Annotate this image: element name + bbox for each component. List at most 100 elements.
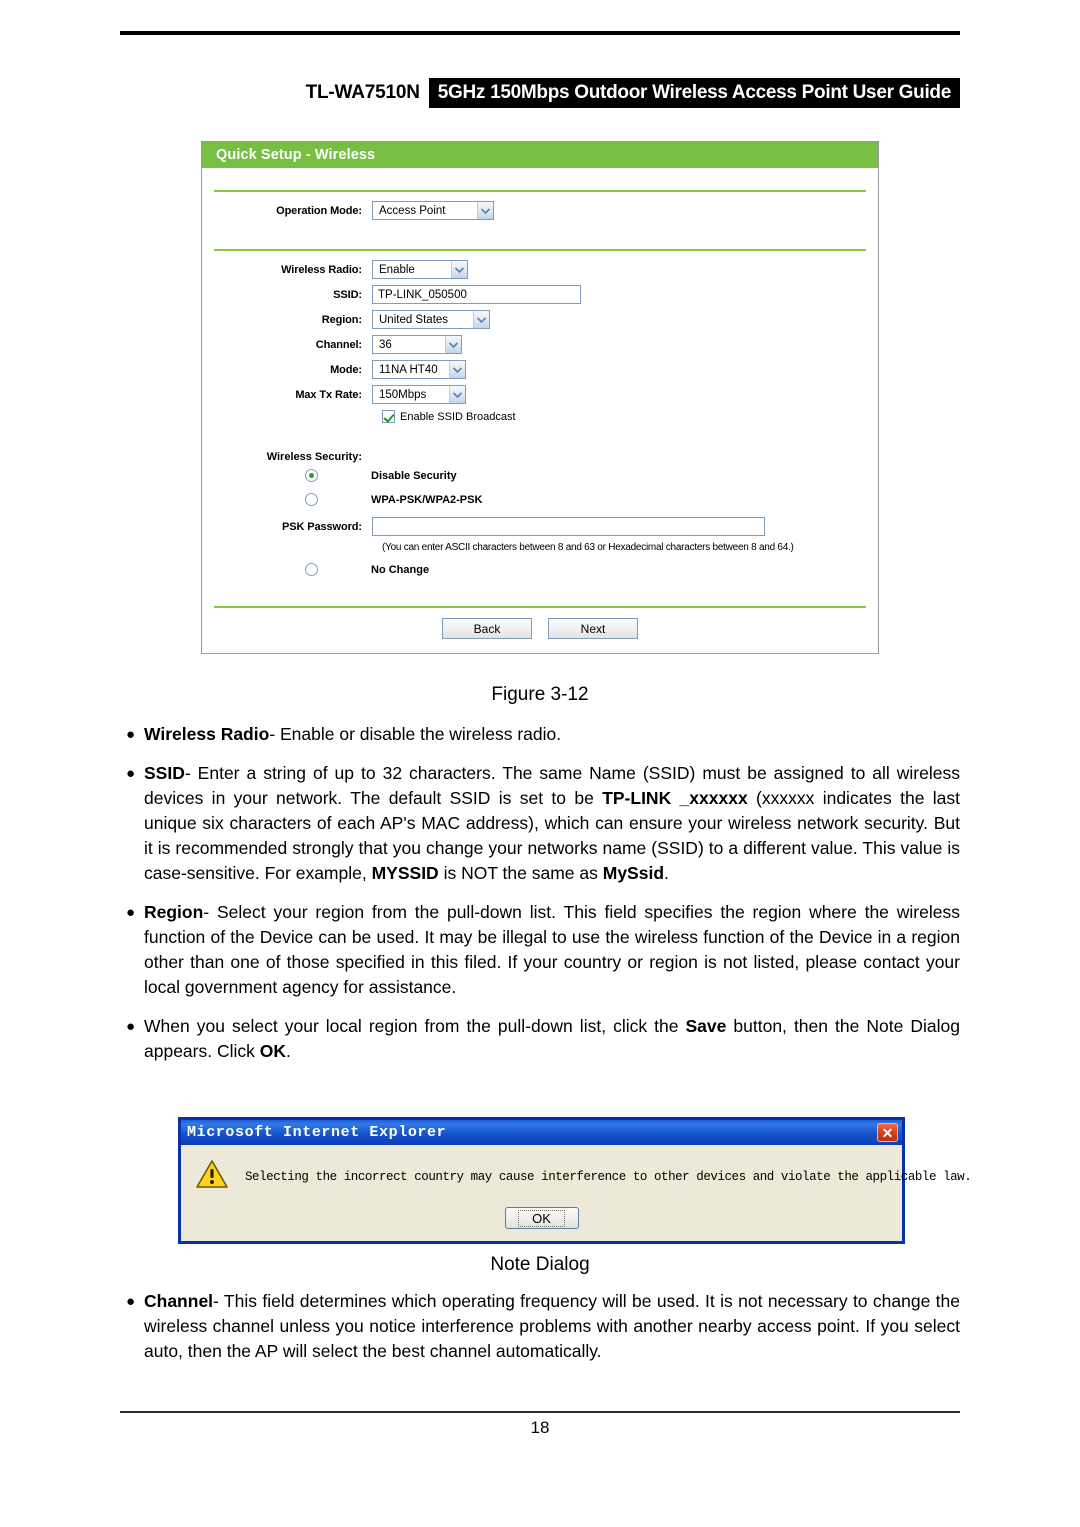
header-model-name: TL-WA7510N bbox=[305, 82, 420, 103]
bullet-region-body: - Select your region from the pull-down … bbox=[144, 902, 960, 997]
ssid-part-3: is NOT the same as bbox=[438, 863, 603, 883]
bullet-wireless-radio-body: - Enable or disable the wireless radio. bbox=[269, 724, 562, 744]
radio-unselected-icon[interactable] bbox=[305, 493, 318, 506]
security-option-wpa-label: WPA-PSK/WPA2-PSK bbox=[371, 493, 483, 506]
panel-button-bar: Back Next bbox=[214, 608, 866, 645]
term-channel: Channel bbox=[144, 1291, 214, 1311]
chevron-down-icon bbox=[445, 336, 461, 353]
ok-button-label: OK bbox=[518, 1209, 565, 1227]
save-button-mention: Save bbox=[685, 1016, 727, 1036]
note-dialog-caption: Note Dialog bbox=[490, 1254, 590, 1275]
ssid-example-upper: MYSSID bbox=[371, 863, 439, 883]
mode-row: Mode: 11NA HT40 bbox=[214, 360, 866, 379]
psk-password-hint: (You can enter ASCII characters between … bbox=[382, 542, 794, 553]
region-select[interactable]: United States bbox=[372, 310, 490, 329]
mode-value: 11NA HT40 bbox=[379, 363, 438, 376]
operation-mode-row: Operation Mode: Access Point bbox=[214, 201, 866, 220]
footer-rule bbox=[120, 1411, 960, 1413]
psk-password-label: PSK Password: bbox=[281, 520, 362, 533]
chevron-down-icon bbox=[451, 261, 467, 278]
security-option-nochange[interactable]: No Change bbox=[214, 563, 866, 576]
warning-triangle-icon bbox=[195, 1159, 231, 1194]
dialog-title-text: Microsoft Internet Explorer bbox=[187, 1124, 447, 1141]
security-option-nochange-label: No Change bbox=[371, 563, 430, 576]
wireless-radio-value: Enable bbox=[379, 263, 415, 276]
checkmark-icon[interactable] bbox=[382, 410, 395, 423]
quick-setup-wireless-panel: Quick Setup - Wireless Operation Mode: A… bbox=[201, 141, 879, 654]
region-label: Region: bbox=[321, 313, 362, 326]
operation-mode-label: Operation Mode: bbox=[276, 204, 362, 217]
radio-unselected-icon[interactable] bbox=[305, 563, 318, 576]
region-value: United States bbox=[379, 313, 449, 326]
ssid-input[interactable]: TP-LINK_050500 bbox=[372, 285, 581, 304]
wireless-security-row: Wireless Security: bbox=[214, 451, 866, 463]
back-button[interactable]: Back bbox=[442, 618, 532, 639]
dialog-button-wrap: OK bbox=[181, 1207, 902, 1229]
psk-password-row: PSK Password: bbox=[214, 517, 866, 536]
mode-label: Mode: bbox=[330, 363, 362, 376]
figure-caption: Figure 3-12 bbox=[491, 684, 589, 705]
security-option-disable-label: Disable Security bbox=[371, 469, 457, 482]
max-tx-rate-select[interactable]: 150Mbps bbox=[372, 385, 466, 404]
save-note-part-1: When you select your local region from t… bbox=[144, 1016, 686, 1036]
ok-button[interactable]: OK bbox=[504, 1207, 579, 1229]
term-wireless-radio: Wireless Radio bbox=[144, 724, 270, 744]
bullet-channel-text: Channel- This field determines which ope… bbox=[144, 1289, 960, 1364]
bullet-wireless-radio-text: Wireless Radio- Enable or disable the wi… bbox=[144, 722, 960, 747]
wireless-security-label: Wireless Security: bbox=[266, 451, 362, 463]
ssid-example-mixed: MySsid bbox=[602, 863, 665, 883]
chevron-down-icon bbox=[449, 386, 465, 403]
channel-label: Channel: bbox=[315, 338, 362, 351]
psk-password-input[interactable] bbox=[372, 517, 765, 536]
channel-row: Channel: 36 bbox=[214, 335, 866, 354]
operation-mode-value: Access Point bbox=[379, 204, 446, 217]
term-ssid: SSID bbox=[144, 763, 185, 783]
bullet-list-lower: ● Channel- This field determines which o… bbox=[120, 1289, 960, 1378]
header-guide-title: 5GHz 150Mbps Outdoor Wireless Access Poi… bbox=[428, 78, 960, 108]
ssid-default-name: TP-LINK _xxxxxx bbox=[602, 788, 748, 808]
chevron-down-icon bbox=[473, 311, 489, 328]
security-option-disable[interactable]: Disable Security bbox=[214, 469, 866, 482]
max-tx-rate-label: Max Tx Rate: bbox=[295, 388, 362, 401]
bullet-save-note-text: When you select your local region from t… bbox=[144, 1014, 960, 1064]
region-row: Region: United States bbox=[214, 310, 866, 329]
bullet-marker-icon: ● bbox=[126, 765, 136, 782]
chevron-down-icon bbox=[449, 361, 465, 378]
channel-select[interactable]: 36 bbox=[372, 335, 462, 354]
header-row: TL-WA7510N 5GHz 150Mbps Outdoor Wireless… bbox=[0, 78, 1080, 108]
header-rule bbox=[120, 31, 960, 35]
ssid-part-4: . bbox=[664, 863, 669, 883]
max-tx-rate-row: Max Tx Rate: 150Mbps bbox=[214, 385, 866, 404]
close-icon[interactable]: ✕ bbox=[877, 1123, 898, 1142]
dialog-body: Selecting the incorrect country may caus… bbox=[181, 1145, 972, 1194]
channel-value: 36 bbox=[379, 338, 392, 351]
dialog-message: Selecting the incorrect country may caus… bbox=[245, 1169, 972, 1184]
next-button[interactable]: Next bbox=[548, 618, 638, 639]
bullet-save-note: ● When you select your local region from… bbox=[120, 1014, 960, 1064]
radio-selected-icon[interactable] bbox=[305, 469, 318, 482]
note-dialog: Microsoft Internet Explorer ✕ Selecting … bbox=[178, 1117, 972, 1244]
ssid-label: SSID: bbox=[333, 288, 362, 301]
save-note-part-3: . bbox=[286, 1041, 291, 1061]
bullet-channel-body: - This field determines which operating … bbox=[144, 1291, 960, 1361]
max-tx-rate-value: 150Mbps bbox=[379, 388, 427, 401]
term-region: Region bbox=[144, 902, 204, 922]
bullet-wireless-radio: ● Wireless Radio- Enable or disable the … bbox=[120, 722, 960, 747]
panel-title: Quick Setup - Wireless bbox=[202, 142, 878, 168]
ok-button-mention: OK bbox=[259, 1041, 286, 1061]
page-header: TL-WA7510N 5GHz 150Mbps Outdoor Wireless… bbox=[0, 78, 1080, 112]
operation-mode-section: Operation Mode: Access Point bbox=[214, 192, 866, 249]
bullet-marker-icon: ● bbox=[126, 904, 136, 921]
security-option-wpa[interactable]: WPA-PSK/WPA2-PSK bbox=[214, 493, 866, 506]
mode-select[interactable]: 11NA HT40 bbox=[372, 360, 466, 379]
bullet-region: ● Region- Select your region from the pu… bbox=[120, 900, 960, 1000]
operation-mode-select[interactable]: Access Point bbox=[372, 201, 494, 220]
chevron-down-icon bbox=[477, 202, 493, 219]
bullet-marker-icon: ● bbox=[126, 1018, 136, 1035]
page-number: 18 bbox=[530, 1418, 550, 1437]
enable-ssid-broadcast-row[interactable]: Enable SSID Broadcast bbox=[382, 410, 866, 423]
wireless-radio-select[interactable]: Enable bbox=[372, 260, 468, 279]
bullet-list-upper: ● Wireless Radio- Enable or disable the … bbox=[120, 722, 960, 1078]
wireless-radio-label: Wireless Radio: bbox=[281, 263, 362, 276]
bullet-marker-icon: ● bbox=[126, 1293, 136, 1310]
